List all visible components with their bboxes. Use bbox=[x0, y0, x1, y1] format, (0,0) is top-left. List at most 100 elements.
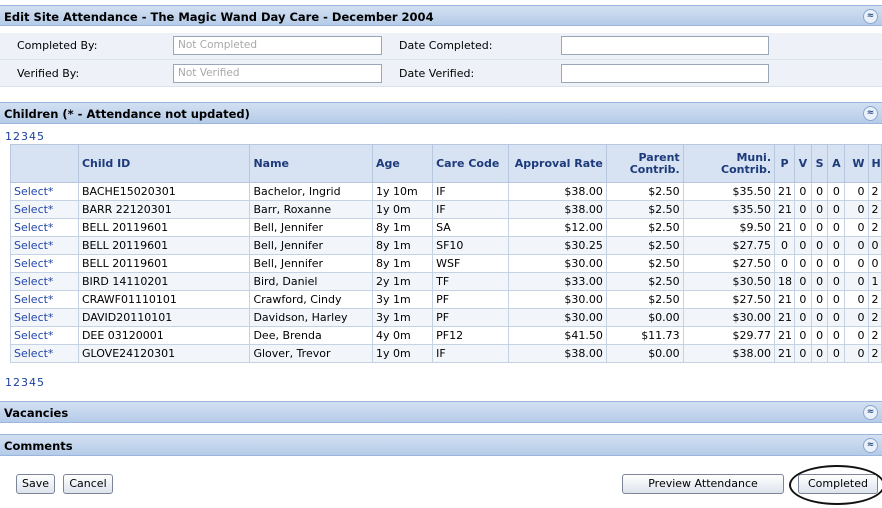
table-cell: 4y 0m bbox=[371, 326, 434, 345]
select-link[interactable]: Select* bbox=[10, 182, 79, 201]
cancel-button[interactable]: Cancel bbox=[63, 474, 113, 494]
date-verified-field[interactable] bbox=[561, 64, 769, 83]
table-cell: 0 bbox=[844, 254, 869, 273]
table-cell: 0 bbox=[794, 200, 812, 219]
column-header[interactable]: S bbox=[810, 144, 829, 183]
table-cell: 2 bbox=[867, 218, 882, 237]
table-row: Select* BIRD 14110201 Bird, Daniel 2y 1m TF $… bbox=[10, 272, 882, 291]
column-header[interactable]: W bbox=[844, 144, 869, 183]
table-cell: 0 bbox=[827, 236, 846, 255]
table-cell: $27.50 bbox=[682, 290, 776, 309]
table-cell: $38.00 bbox=[507, 182, 607, 201]
table-row: Select* GLOVE24120301 Glover, Trevor 1y 0m I… bbox=[10, 344, 882, 363]
table-cell: 21 bbox=[774, 218, 796, 237]
collapse-chevron-icon[interactable]: ≈ bbox=[863, 9, 878, 24]
table-cell: Bell, Jennifer bbox=[249, 218, 373, 237]
pager-bottom[interactable]: 12345 bbox=[5, 376, 45, 389]
table-cell: PF bbox=[432, 290, 509, 309]
table-cell: $33.00 bbox=[507, 272, 607, 291]
table-cell: $30.00 bbox=[507, 290, 607, 309]
table-cell: BELL 20119601 bbox=[77, 218, 251, 237]
table-cell: Bell, Jennifer bbox=[249, 236, 373, 255]
table-cell: 21 bbox=[774, 326, 796, 345]
table-cell: 3y 1m bbox=[371, 308, 434, 327]
table-cell: 8y 1m bbox=[371, 218, 434, 237]
table-cell: 0 bbox=[827, 254, 846, 273]
table-cell: $30.00 bbox=[507, 254, 607, 273]
select-link[interactable]: Select* bbox=[10, 344, 79, 363]
column-header[interactable]: Age bbox=[371, 144, 434, 183]
table-cell: 0 bbox=[844, 236, 869, 255]
table-row: Select* BELL 20119601 Bell, Jennifer 8y 1m S… bbox=[10, 218, 882, 237]
expand-chevron-icon[interactable]: ≈ bbox=[863, 438, 878, 453]
table-cell: 21 bbox=[774, 344, 796, 363]
table-cell: 0 bbox=[827, 308, 846, 327]
column-header[interactable]: Approval Rate bbox=[507, 144, 607, 183]
table-cell: PF bbox=[432, 308, 509, 327]
select-link[interactable]: Select* bbox=[10, 254, 79, 273]
table-cell: 0 bbox=[827, 200, 846, 219]
title-bar: Edit Site Attendance - The Magic Wand Da… bbox=[0, 5, 882, 26]
column-header[interactable]: Name bbox=[249, 144, 373, 183]
completed-by-label: Completed By: bbox=[17, 39, 98, 52]
children-section-title: Children (* - Attendance not updated) bbox=[4, 107, 250, 121]
table-cell: 0 bbox=[827, 326, 846, 345]
comments-title: Comments bbox=[4, 439, 73, 453]
column-header[interactable]: Child ID bbox=[77, 144, 251, 183]
completed-by-field[interactable]: Not Completed bbox=[173, 36, 382, 55]
table-cell: Barr, Roxanne bbox=[249, 200, 373, 219]
table-cell: 21 bbox=[774, 182, 796, 201]
select-link[interactable]: Select* bbox=[10, 272, 79, 291]
table-cell: 0 bbox=[810, 182, 829, 201]
table-cell: 0 bbox=[827, 290, 846, 309]
select-link[interactable]: Select* bbox=[10, 236, 79, 255]
save-button[interactable]: Save bbox=[16, 474, 55, 494]
table-cell: 2 bbox=[867, 326, 882, 345]
column-header bbox=[10, 144, 79, 183]
table-cell: 0 bbox=[794, 308, 812, 327]
table-cell: 0 bbox=[794, 290, 812, 309]
vacancies-section-header[interactable]: Vacancies ≈ bbox=[0, 401, 882, 423]
date-completed-field[interactable] bbox=[561, 36, 769, 55]
vacancies-title: Vacancies bbox=[4, 406, 69, 420]
select-link[interactable]: Select* bbox=[10, 200, 79, 219]
pager-top[interactable]: 12345 bbox=[5, 130, 45, 143]
select-link[interactable]: Select* bbox=[10, 308, 79, 327]
collapse-chevron-icon[interactable]: ≈ bbox=[863, 106, 878, 121]
select-link[interactable]: Select* bbox=[10, 326, 79, 345]
table-cell: 0 bbox=[810, 200, 829, 219]
table-cell: $12.00 bbox=[507, 218, 607, 237]
column-header[interactable]: P bbox=[774, 144, 796, 183]
column-header[interactable]: A bbox=[827, 144, 846, 183]
expand-chevron-icon[interactable]: ≈ bbox=[863, 405, 878, 420]
preview-attendance-button[interactable]: Preview Attendance bbox=[622, 474, 784, 494]
table-cell: IF bbox=[432, 200, 509, 219]
column-header[interactable]: Care Code bbox=[432, 144, 509, 183]
table-cell: $38.00 bbox=[507, 200, 607, 219]
column-header[interactable]: V bbox=[794, 144, 812, 183]
table-cell: 0 bbox=[774, 254, 796, 273]
table-cell: BIRD 14110201 bbox=[77, 272, 251, 291]
select-link[interactable]: Select* bbox=[10, 218, 79, 237]
table-cell: 0 bbox=[810, 290, 829, 309]
table-row: Select* DAVID20110101 Davidson, Harley 3y 1… bbox=[10, 308, 882, 327]
verified-by-field[interactable]: Not Verified bbox=[173, 64, 382, 83]
column-header[interactable]: Parent Contrib. bbox=[605, 144, 684, 183]
select-link[interactable]: Select* bbox=[10, 290, 79, 309]
column-header[interactable]: Muni. Contrib. bbox=[682, 144, 776, 183]
table-cell: 0 bbox=[774, 236, 796, 255]
table-cell: GLOVE24120301 bbox=[77, 344, 251, 363]
table-cell: $35.50 bbox=[682, 200, 776, 219]
table-cell: $9.50 bbox=[682, 218, 776, 237]
table-cell: 2 bbox=[867, 344, 882, 363]
table-cell: 8y 1m bbox=[371, 254, 434, 273]
table-row: Select* BELL 20119601 Bell, Jennifer 8y 1m W… bbox=[10, 254, 882, 273]
table-cell: Bell, Jennifer bbox=[249, 254, 373, 273]
table-cell: $38.00 bbox=[507, 344, 607, 363]
comments-section-header[interactable]: Comments ≈ bbox=[0, 434, 882, 456]
table-cell: 21 bbox=[774, 308, 796, 327]
table-cell: 0 bbox=[844, 272, 869, 291]
column-header[interactable]: H bbox=[867, 144, 882, 183]
highlight-circle bbox=[789, 465, 882, 505]
table-cell: 18 bbox=[774, 272, 796, 291]
